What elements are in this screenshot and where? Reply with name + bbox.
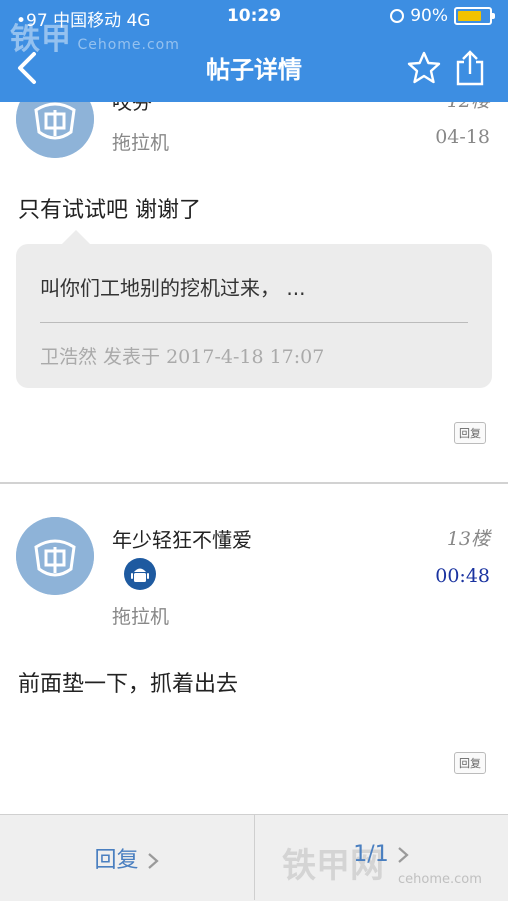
quote-meta: 卫浩然 发表于 2017-4-18 17:07 xyxy=(40,346,325,368)
post-content: 只有试试吧 谢谢了 xyxy=(18,198,201,223)
share-icon xyxy=(456,50,484,86)
post-separator xyxy=(0,482,508,484)
post-device: 拖拉机 xyxy=(112,132,170,154)
cehome-logo-icon xyxy=(16,517,94,595)
status-right: 90% xyxy=(390,6,495,26)
chevron-right-icon xyxy=(397,847,409,863)
post-content: 前面垫一下，抓着出去 xyxy=(18,672,239,697)
post-time: 00:48 xyxy=(435,565,490,587)
post-username[interactable]: 年少轻狂不懂爱 xyxy=(112,524,252,553)
top-header: 铁甲 Cehome.com •97 中国移动 4G 10:29 90% 帖子详情 xyxy=(0,0,508,102)
alarm-icon xyxy=(390,9,405,23)
battery-percent: 90% xyxy=(410,6,448,26)
avatar[interactable] xyxy=(16,517,94,595)
reply-footer-button[interactable]: 回复 xyxy=(0,842,254,874)
watermark-url-bottom: cehome.com xyxy=(398,872,482,887)
post-floor: 13楼 xyxy=(446,528,490,550)
page-indicator-button[interactable]: 1/1 xyxy=(255,842,508,867)
post-date: 04-18 xyxy=(435,126,490,148)
android-icon xyxy=(124,558,156,590)
quote-divider xyxy=(40,322,468,323)
favorite-button[interactable] xyxy=(406,50,442,86)
chevron-right-icon xyxy=(147,853,159,869)
quote-pointer xyxy=(62,230,90,244)
quote-text: 叫你们工地别的挖机过来， ... xyxy=(40,276,306,300)
star-icon xyxy=(407,51,441,84)
reply-button[interactable]: 回复 xyxy=(454,422,486,444)
battery-icon xyxy=(454,7,495,25)
post-device: 拖拉机 xyxy=(112,606,170,628)
share-button[interactable] xyxy=(452,48,488,88)
reply-button[interactable]: 回复 xyxy=(454,752,486,774)
